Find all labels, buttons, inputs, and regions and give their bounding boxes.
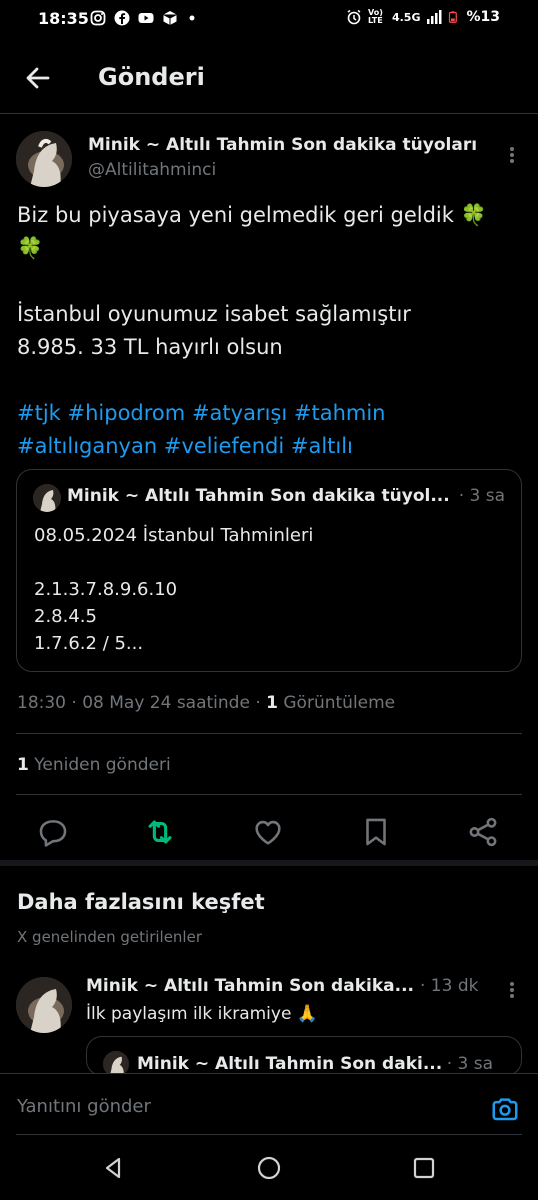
reposts-stat[interactable]: 1 Yeniden gönderi [17, 755, 171, 775]
pray-emoji: 🙏 [296, 1004, 318, 1024]
discover-subtitle: X genelinden getirilenler [17, 928, 202, 946]
more-options-icon[interactable] [508, 145, 516, 165]
reply-time: · 13 dk [420, 976, 479, 996]
hashtag-link[interactable]: #altılı [291, 434, 353, 458]
hashtag-link[interactable]: #veliefendi [164, 434, 284, 458]
divider [16, 794, 522, 795]
hashtag-link[interactable]: #tahmin [294, 401, 386, 425]
horse-avatar-image [33, 484, 61, 512]
action-bar [0, 809, 538, 859]
system-nav-bar [0, 1135, 538, 1200]
hashtag-link[interactable]: #tjk [17, 401, 61, 425]
quoted-author-name: Minik ~ Altılı Tahmin Son dakika tüyol..… [67, 486, 450, 506]
author-handle[interactable]: @Altilitahminci [88, 160, 216, 180]
youtube-icon [138, 13, 154, 23]
nav-recents-icon[interactable] [411, 1155, 437, 1181]
reply-bar [0, 1073, 538, 1135]
reply-quoted-time: · 3 sa [446, 1054, 493, 1074]
reply-quoted-author: Minik ~ Altılı Tahmin Son daki... [137, 1054, 443, 1074]
discover-title: Daha fazlasını keşfet [17, 890, 265, 914]
quoted-text-line: 2.8.4.5 [34, 606, 97, 627]
post-meta: 18:30 · 08 May 24 saatinde · 1 Görüntüle… [17, 693, 395, 713]
horse-avatar-image [16, 977, 72, 1033]
post-text-line: 8.985. 33 TL hayırlı olsun [17, 335, 283, 359]
hashtag-link[interactable]: #altılıganyan [17, 434, 157, 458]
instagram-icon [90, 10, 106, 26]
post-text-line: İstanbul oyunumuz isabet sağlamıştır [17, 302, 411, 326]
divider [16, 733, 522, 734]
nav-back-icon[interactable] [101, 1155, 127, 1181]
reply-author-avatar[interactable] [16, 977, 72, 1033]
battery-low-icon [449, 11, 458, 23]
quoted-author-avatar [33, 484, 61, 512]
author-avatar[interactable] [16, 131, 72, 187]
quoted-text-line: 08.05.2024 İstanbul Tahminleri [34, 525, 314, 546]
share-icon[interactable] [466, 815, 500, 849]
post-text-line: Biz bu piyasaya yeni gelmedik geri geldi… [17, 203, 454, 227]
facebook-icon [114, 10, 130, 26]
volte-label: Vo) LTE [367, 8, 383, 25]
views-count: 1 [266, 693, 278, 713]
camera-icon[interactable] [490, 1094, 520, 1124]
quoted-text-line: 2.1.3.7.8.9.6.10 [34, 579, 178, 600]
notification-icons [90, 10, 202, 26]
alarm-icon [347, 9, 361, 25]
reposts-count: 1 [17, 755, 29, 775]
network-label: 4.5G [391, 10, 421, 24]
reply-quoted-post[interactable]: Minik ~ Altılı Tahmin Son daki... · 3 sa [86, 1036, 522, 1076]
reply-icon[interactable] [36, 815, 70, 849]
reply-author-name[interactable]: Minik ~ Altılı Tahmin Son dakika... [86, 976, 416, 996]
quoted-post-body: 08.05.2024 İstanbul Tahminleri 2.1.3.7.8… [34, 522, 313, 657]
top-header: Gönderi [0, 40, 538, 114]
views-label: Görüntüleme [277, 693, 396, 713]
quoted-post-time: · 3 sa [458, 486, 505, 506]
nav-home-icon[interactable] [256, 1155, 282, 1181]
reply-more-options-icon[interactable] [508, 980, 516, 1000]
clover-emoji: 🍀 [460, 203, 487, 227]
status-bar: 18:35 Vo) LTE 4.5G %13 [0, 0, 538, 40]
post-body: Biz bu piyasaya yeni gelmedik geri geldi… [17, 199, 523, 463]
reply-text: İlk paylaşım ilk ikramiye 🙏 [86, 1004, 318, 1024]
repost-icon[interactable] [143, 815, 177, 849]
reposts-label: Yeniden gönderi [28, 755, 171, 775]
hashtag-link[interactable]: #atyarışı [192, 401, 287, 425]
battery-percent: %13 [466, 9, 500, 25]
status-time: 18:35 [38, 9, 89, 28]
dot-icon [189, 15, 195, 21]
horse-avatar-image [16, 131, 72, 187]
hashtag-link[interactable]: #hipodrom [68, 401, 186, 425]
signal-icon [427, 10, 442, 24]
quoted-post[interactable]: Minik ~ Altılı Tahmin Son dakika tüyol..… [16, 469, 522, 672]
back-arrow-icon[interactable] [22, 62, 54, 94]
bookmark-icon[interactable] [359, 815, 393, 849]
box-icon [163, 11, 177, 25]
quoted-text-line: 1.7.6.2 / 5... [34, 633, 144, 654]
reply-input[interactable] [17, 1096, 457, 1117]
author-name[interactable]: Minik ~ Altılı Tahmin Son dakika tüyolar… [88, 135, 477, 155]
hashtag-list: #tjk #hipodrom #atyarışı #tahmin #altılı… [17, 397, 523, 463]
clover-emoji: 🍀 [17, 236, 44, 260]
reply-text-content: İlk paylaşım ilk ikramiye [86, 1004, 292, 1024]
page-title: Gönderi [98, 63, 205, 91]
like-icon[interactable] [251, 815, 285, 849]
post-timestamp: 18:30 · 08 May 24 saatinde · [17, 693, 267, 713]
system-icons: Vo) LTE 4.5G %13 [346, 9, 500, 25]
section-separator [0, 860, 538, 866]
